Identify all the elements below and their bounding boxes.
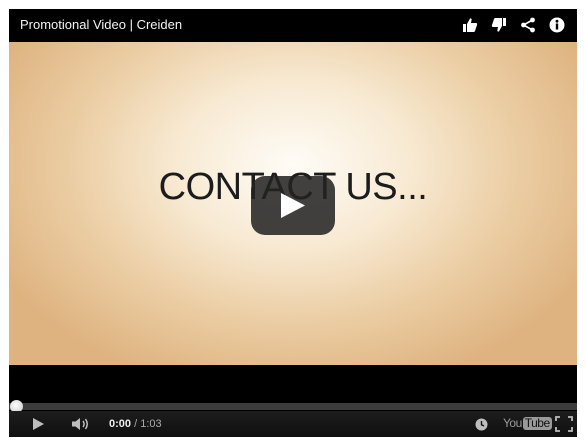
title-bar: Promotional Video | Creiden — [9, 9, 577, 42]
time-separator: / — [131, 418, 141, 430]
fullscreen-button[interactable] — [554, 411, 574, 437]
control-bar: 0:00 / 1:03 You Tube — [9, 411, 577, 437]
video-frame[interactable]: CONTACT US... — [9, 42, 577, 365]
youtube-logo-you: You — [503, 416, 522, 430]
player-controls: 0:00 / 1:03 You Tube — [9, 365, 577, 437]
large-play-button[interactable] — [251, 176, 335, 235]
video-title[interactable]: Promotional Video | Creiden — [20, 17, 182, 32]
play-icon — [32, 418, 44, 430]
youtube-logo[interactable]: You Tube — [503, 416, 552, 430]
share-icon[interactable] — [518, 15, 538, 35]
volume-button[interactable] — [69, 411, 93, 437]
time-total: 1:03 — [140, 418, 162, 430]
title-bar-actions — [460, 15, 567, 35]
thumbs-down-icon[interactable] — [489, 15, 509, 35]
volume-icon — [71, 418, 88, 430]
watch-later-icon — [475, 418, 487, 430]
progress-bar[interactable] — [9, 403, 577, 410]
youtube-logo-tube: Tube — [522, 415, 552, 430]
play-button[interactable] — [28, 411, 48, 437]
fullscreen-icon — [555, 416, 573, 432]
play-icon — [281, 193, 305, 218]
thumbs-up-icon[interactable] — [460, 15, 480, 35]
video-player[interactable]: Promotional Video | Creiden CONTACT US..… — [9, 9, 577, 437]
time-current: 0:00 — [109, 418, 132, 430]
watch-later-button[interactable] — [473, 411, 489, 437]
time-display: 0:00 / 1:03 — [109, 418, 162, 430]
info-icon[interactable] — [547, 15, 567, 35]
